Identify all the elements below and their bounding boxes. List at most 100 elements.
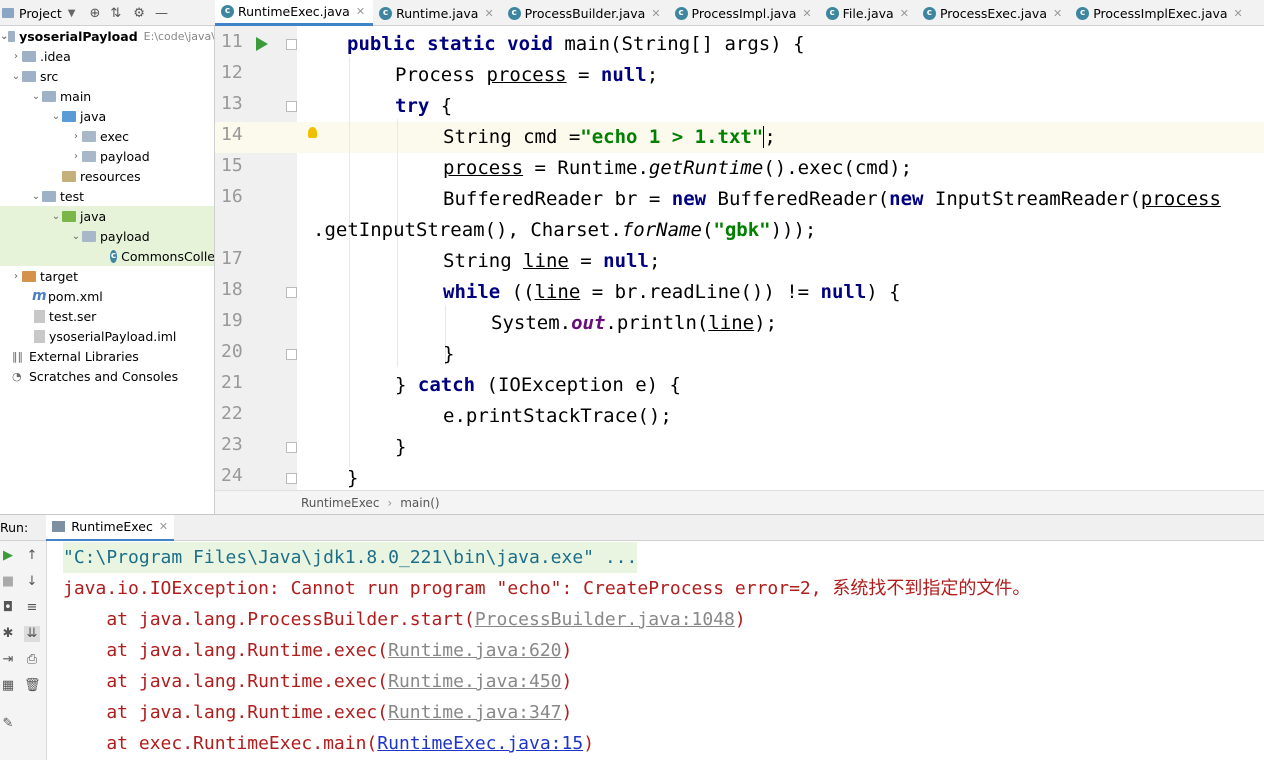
source-link[interactable]: Runtime.java:450 (388, 671, 561, 692)
breadcrumb: RuntimeExec › main() (215, 490, 1264, 514)
tree-item-test[interactable]: ⌄ test (0, 186, 214, 206)
tab-file[interactable]: c File.java ✕ (820, 0, 917, 26)
folder-icon (8, 30, 16, 42)
rerun-icon[interactable]: ▶ (0, 548, 16, 564)
fold-marker-icon[interactable] (286, 442, 297, 453)
lightbulb-icon[interactable] (308, 127, 317, 138)
code-line-12: Process process = null; (395, 64, 659, 86)
tab-processexec[interactable]: c ProcessExec.java ✕ (917, 0, 1070, 26)
tree-item-scratches[interactable]: ◔ Scratches and Consoles (0, 366, 214, 386)
package-icon (82, 150, 96, 162)
code-editor[interactable]: 11 12 13 14 15 16 17 18 19 20 21 22 23 2… (215, 26, 1264, 490)
close-icon[interactable]: ✕ (651, 7, 660, 20)
chevron-down-icon[interactable]: ⌄ (30, 91, 42, 102)
top-bar: Project ▼ ⊕ ⇅ ⚙ — c RuntimeExec.java ✕ c Ru… (0, 0, 1264, 26)
tree-item-target[interactable]: › target (0, 266, 214, 286)
restore-layout-icon[interactable]: ⇥ (0, 652, 16, 668)
close-icon[interactable]: ✕ (900, 7, 909, 20)
source-link[interactable]: ProcessBuilder.java:1048 (475, 609, 735, 630)
fold-marker-icon[interactable] (286, 101, 297, 112)
breadcrumb-method[interactable]: main() (400, 496, 439, 510)
trash-icon[interactable]: 🗑 (24, 678, 41, 694)
chevron-down-icon[interactable]: ▼ (68, 8, 76, 19)
tree-item-libraries[interactable]: ‖‖ External Libraries (0, 346, 214, 366)
tree-item-payload-test[interactable]: ⌄ payload (0, 226, 214, 246)
maven-icon: m (32, 288, 47, 304)
collapse-all-icon[interactable]: ⇅ (110, 6, 121, 21)
tree-item-ser[interactable]: test.ser (0, 306, 214, 326)
chevron-down-icon[interactable]: ⌄ (70, 231, 82, 242)
chevron-down-icon[interactable]: ⌄ (10, 71, 22, 82)
chevron-down-icon[interactable]: ⌄ (50, 111, 62, 122)
tree-item-root[interactable]: ⌄ ysoserialPayload E:\code\java\ (0, 26, 214, 46)
chevron-down-icon[interactable]: ⌄ (0, 31, 8, 42)
tree-item-main[interactable]: ⌄ main (0, 86, 214, 106)
project-tree: ⌄ ysoserialPayload E:\code\java\ › .idea ⌄ s… (0, 26, 215, 514)
line-number: 12 (221, 62, 243, 83)
stack-trace-line: at java.lang.Runtime.exec(Runtime.java:6… (63, 640, 573, 661)
locate-icon[interactable]: ⊕ (89, 6, 100, 21)
tab-processimpl[interactable]: c ProcessImpl.java ✕ (669, 0, 820, 26)
chevron-right-icon: › (387, 495, 393, 510)
fold-marker-icon[interactable] (286, 473, 297, 484)
chevron-right-icon[interactable]: › (10, 51, 22, 62)
soft-wrap-icon[interactable]: ≡ (24, 600, 40, 616)
tree-label: test (60, 188, 85, 204)
scratches-icon: ◔ (12, 369, 22, 383)
breadcrumb-class[interactable]: RuntimeExec (301, 496, 379, 510)
close-icon[interactable]: ✕ (802, 7, 811, 20)
source-link[interactable]: Runtime.java:620 (388, 640, 561, 661)
project-view-header[interactable]: Project ▼ ⊕ ⇅ ⚙ — (0, 0, 215, 26)
line-number: 24 (221, 465, 243, 486)
arrow-down-icon[interactable]: ↓ (24, 574, 40, 590)
source-link[interactable]: Runtime.java:347 (388, 702, 561, 723)
console-output[interactable]: ▶ ↑ ■ ↓ ◘ ≡ ✱ ⇊ ⇥ ⎙ ▦ 🗑 ✎ "C:\Program Fi… (0, 541, 1264, 760)
tab-run-config[interactable]: RuntimeExec ✕ (46, 514, 175, 541)
tree-item-resources[interactable]: resources (0, 166, 214, 186)
settings-icon[interactable]: ✱ (0, 626, 16, 642)
tab-processbuilder[interactable]: c ProcessBuilder.java ✕ (502, 0, 669, 26)
tree-item-java-test[interactable]: ⌄ java (0, 206, 214, 226)
chevron-right-icon[interactable]: › (10, 271, 22, 282)
scroll-to-end-icon[interactable]: ⇊ (24, 626, 40, 642)
close-icon[interactable]: ✕ (159, 520, 168, 533)
tab-processimplexec[interactable]: c ProcessImplExec.java ✕ (1070, 0, 1251, 26)
source-link[interactable]: RuntimeExec.java:15 (377, 733, 583, 754)
run-tab-label: RuntimeExec (71, 519, 153, 534)
minimize-icon[interactable]: — (155, 6, 168, 21)
tree-item-java-main[interactable]: ⌄ java (0, 106, 214, 126)
chevron-right-icon[interactable]: › (70, 151, 82, 162)
tree-item-src[interactable]: ⌄ src (0, 66, 214, 86)
close-icon[interactable]: ✕ (1234, 7, 1243, 20)
close-icon[interactable]: ✕ (484, 7, 493, 20)
pin-icon[interactable]: ✎ (0, 716, 16, 732)
tree-item-idea[interactable]: › .idea (0, 46, 214, 66)
close-icon[interactable]: ✕ (356, 5, 365, 18)
code-line-17: String line = null; (443, 250, 661, 272)
tree-item-iml[interactable]: ysoserialPayload.iml (0, 326, 214, 346)
tree-item-commons[interactable]: c CommonsColle (0, 246, 214, 266)
tree-label: test.ser (49, 308, 97, 324)
tab-runtimeexec[interactable]: c RuntimeExec.java ✕ (215, 0, 374, 26)
layout-icon[interactable]: ▦ (0, 678, 16, 694)
arrow-up-icon[interactable]: ↑ (24, 548, 40, 564)
tree-item-payload-main[interactable]: › payload (0, 146, 214, 166)
run-gutter-icon[interactable] (256, 37, 268, 51)
tab-runtime[interactable]: c Runtime.java ✕ (373, 0, 502, 26)
gear-icon[interactable]: ⚙ (133, 6, 145, 21)
fold-marker-icon[interactable] (286, 39, 297, 50)
tree-item-exec[interactable]: › exec (0, 126, 214, 146)
chevron-down-icon[interactable]: ⌄ (50, 211, 62, 222)
camera-icon[interactable]: ◘ (0, 600, 16, 616)
tab-label: ProcessBuilder.java (524, 5, 646, 21)
chevron-right-icon[interactable]: › (70, 131, 82, 142)
print-icon[interactable]: ⎙ (24, 652, 40, 668)
tree-item-pom[interactable]: m pom.xml (0, 286, 214, 306)
fold-marker-icon[interactable] (286, 349, 297, 360)
file-icon (34, 309, 45, 323)
run-config-icon (52, 521, 66, 532)
chevron-down-icon[interactable]: ⌄ (30, 191, 42, 202)
close-icon[interactable]: ✕ (1053, 7, 1062, 20)
stop-icon[interactable]: ■ (0, 574, 16, 590)
fold-marker-icon[interactable] (286, 287, 297, 298)
